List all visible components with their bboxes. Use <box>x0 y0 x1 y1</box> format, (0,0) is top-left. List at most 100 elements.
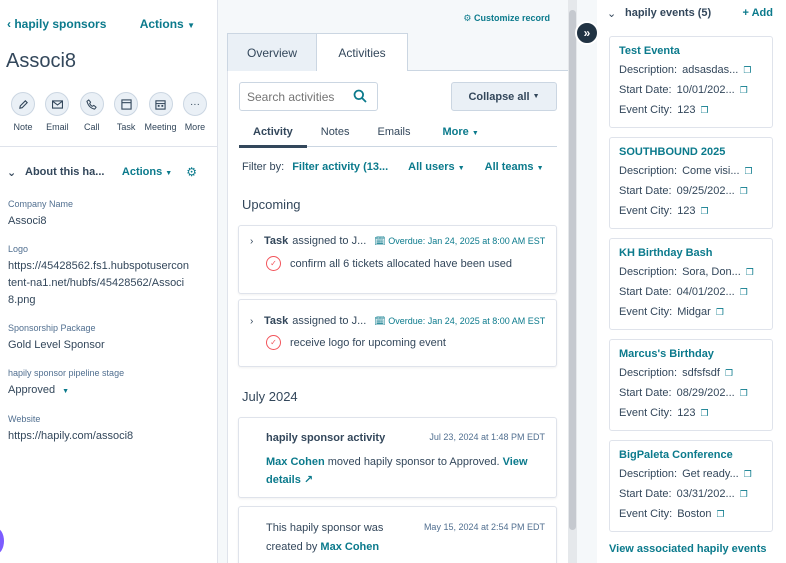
event-name-link[interactable]: KH Birthday Bash <box>619 247 772 259</box>
copy-icon[interactable]: ❐ <box>740 489 748 500</box>
task-description: ✓ confirm all 6 tickets allocated have b… <box>266 256 512 271</box>
copy-icon[interactable]: ❐ <box>743 65 751 76</box>
chevron-right-icon[interactable]: › <box>250 236 262 247</box>
caret-down-icon: ▼ <box>457 165 465 172</box>
activity-subtabs: Activity Notes Emails More ▼ <box>239 119 557 148</box>
view-associated-events-link[interactable]: View associated hapily events <box>609 543 767 555</box>
subtab-more[interactable]: More ▼ <box>429 119 493 147</box>
property-company-name: Company Name Associ8 <box>8 199 74 227</box>
chevron-right-icon[interactable]: › <box>250 316 262 327</box>
activity-card[interactable]: hapily sponsor activity Jul 23, 2024 at … <box>238 417 557 498</box>
event-name-link[interactable]: Marcus's Birthday <box>619 348 772 360</box>
all-teams-dropdown[interactable]: All teams ▼ <box>485 161 544 173</box>
search-activities <box>239 82 378 111</box>
due-date: 🗓 Overdue: Jan 24, 2025 at 8:00 AM EST <box>374 235 546 246</box>
caret-down-icon: ▼ <box>532 93 540 100</box>
about-actions-button[interactable]: Actions ▼ <box>122 166 172 178</box>
property-logo: Logo https://45428562.fs1.hubspotusercon… <box>8 244 190 306</box>
event-card: SOUTHBOUND 2025 Description: Come visi...… <box>609 137 773 229</box>
complete-task-checkbox[interactable]: ✓ <box>266 256 281 271</box>
task-description: ✓ receive logo for upcoming event <box>266 335 446 350</box>
note-action[interactable]: Note <box>8 92 38 132</box>
filter-activity-dropdown[interactable]: Filter activity (13... <box>292 161 388 173</box>
about-section-header[interactable]: ⌄ About this ha... Actions ▼ ⚙ <box>7 165 197 179</box>
collapse-all-button[interactable]: Collapse all ▼ <box>451 82 557 111</box>
caret-down-icon: ▼ <box>165 170 173 177</box>
copy-icon[interactable]: ❐ <box>716 307 724 318</box>
calendar-icon <box>148 92 173 116</box>
meeting-action[interactable]: Meeting <box>145 92 177 132</box>
customize-record-link[interactable]: ⚙ Customize record <box>463 13 550 24</box>
divider <box>0 146 217 147</box>
scrollbar-thumb[interactable] <box>569 10 576 530</box>
copy-icon[interactable]: ❐ <box>745 166 753 177</box>
events-section-header[interactable]: ⌄ hapily events (5) + Add <box>607 6 773 20</box>
copy-icon[interactable]: ❐ <box>701 105 709 116</box>
copy-icon[interactable]: ❐ <box>701 206 709 217</box>
record-tabs: Overview Activities <box>227 33 569 71</box>
search-input[interactable] <box>247 89 347 104</box>
caret-down-icon: ▼ <box>62 388 70 395</box>
more-action[interactable]: ··· More <box>180 92 210 132</box>
phone-icon <box>79 92 104 116</box>
property-list: Company Name Associ8 Logo https://454285… <box>8 199 208 459</box>
copy-icon[interactable]: ❐ <box>746 267 754 278</box>
section-heading-upcoming: Upcoming <box>242 197 301 212</box>
back-link[interactable]: ‹ hapily sponsors <box>7 17 106 31</box>
record-sidebar: ‹ hapily sponsors Actions ▼ Associ8 Note… <box>0 0 218 563</box>
add-event-button[interactable]: + Add <box>743 7 773 19</box>
task-icon <box>114 92 139 116</box>
subtab-activity[interactable]: Activity <box>239 119 307 148</box>
activity-card[interactable]: This hapily sponsor was created by Max C… <box>238 506 557 563</box>
search-icon[interactable] <box>353 89 367 106</box>
copy-icon[interactable]: ❐ <box>740 85 748 96</box>
quick-actions: Note Email Call Task Meeting ··· More <box>8 92 210 132</box>
all-users-dropdown[interactable]: All users ▼ <box>408 161 464 173</box>
subtab-emails[interactable]: Emails <box>364 119 425 147</box>
activity-body: Max Cohen moved hapily sponsor to Approv… <box>266 456 528 486</box>
more-icon: ··· <box>182 92 207 116</box>
user-link[interactable]: Max Cohen <box>266 456 325 468</box>
copy-icon[interactable]: ❐ <box>701 408 709 419</box>
event-card: Test Eventa Description: adsasdas... ❐ Sta… <box>609 36 773 128</box>
tab-activities[interactable]: Activities <box>316 33 408 71</box>
email-action[interactable]: Email <box>42 92 72 132</box>
task-action[interactable]: Task <box>111 92 141 132</box>
copy-icon[interactable]: ❐ <box>725 368 733 379</box>
user-link[interactable]: Max Cohen <box>320 541 379 553</box>
external-link-icon: ↗ <box>303 474 314 486</box>
task-card[interactable]: › Task assigned to J... 🗓 Overdue: Jan 2… <box>238 299 557 367</box>
record-actions-button[interactable]: Actions ▼ <box>140 17 195 31</box>
edit-icon <box>11 92 35 116</box>
section-heading-july-2024: July 2024 <box>242 389 298 404</box>
associations-sidebar: ⌄ hapily events (5) + Add Test Eventa De… <box>597 0 786 563</box>
property-pipeline-stage: hapily sponsor pipeline stage Approved ▼ <box>8 368 208 400</box>
pipeline-stage-dropdown[interactable]: Approved ▼ <box>8 382 208 400</box>
property-website: Website https://hapily.com/associ8 <box>8 414 134 442</box>
event-name-link[interactable]: BigPaleta Conference <box>619 449 772 461</box>
complete-task-checkbox[interactable]: ✓ <box>266 335 281 350</box>
chevron-down-icon: ⌄ <box>7 166 17 179</box>
expand-panel-button[interactable]: » <box>575 21 599 45</box>
gear-icon[interactable]: ⚙ <box>186 165 197 179</box>
tab-overview[interactable]: Overview <box>227 33 317 71</box>
copy-icon[interactable]: ❐ <box>740 388 748 399</box>
assistant-launcher[interactable] <box>0 528 4 554</box>
event-name-link[interactable]: Test Eventa <box>619 45 772 57</box>
subtab-notes[interactable]: Notes <box>307 119 364 147</box>
copy-icon[interactable]: ❐ <box>716 509 724 520</box>
record-name: Associ8 <box>6 50 77 72</box>
copy-icon[interactable]: ❐ <box>744 469 752 480</box>
property-sponsorship-package: Sponsorship Package Gold Level Sponsor <box>8 323 105 351</box>
event-card: KH Birthday Bash Description: Sora, Don..… <box>609 238 773 330</box>
email-icon <box>45 92 70 116</box>
copy-icon[interactable]: ❐ <box>740 186 748 197</box>
event-name-link[interactable]: SOUTHBOUND 2025 <box>619 146 772 158</box>
scrollbar[interactable] <box>568 0 577 563</box>
copy-icon[interactable]: ❐ <box>740 287 748 298</box>
double-chevron-right-icon: » <box>583 26 591 40</box>
chevron-down-icon: ⌄ <box>607 7 617 20</box>
sidebar-header: ‹ hapily sponsors Actions ▼ <box>7 16 195 32</box>
call-action[interactable]: Call <box>77 92 107 132</box>
task-card[interactable]: › Task assigned to J... 🗓 Overdue: Jan 2… <box>238 225 557 294</box>
